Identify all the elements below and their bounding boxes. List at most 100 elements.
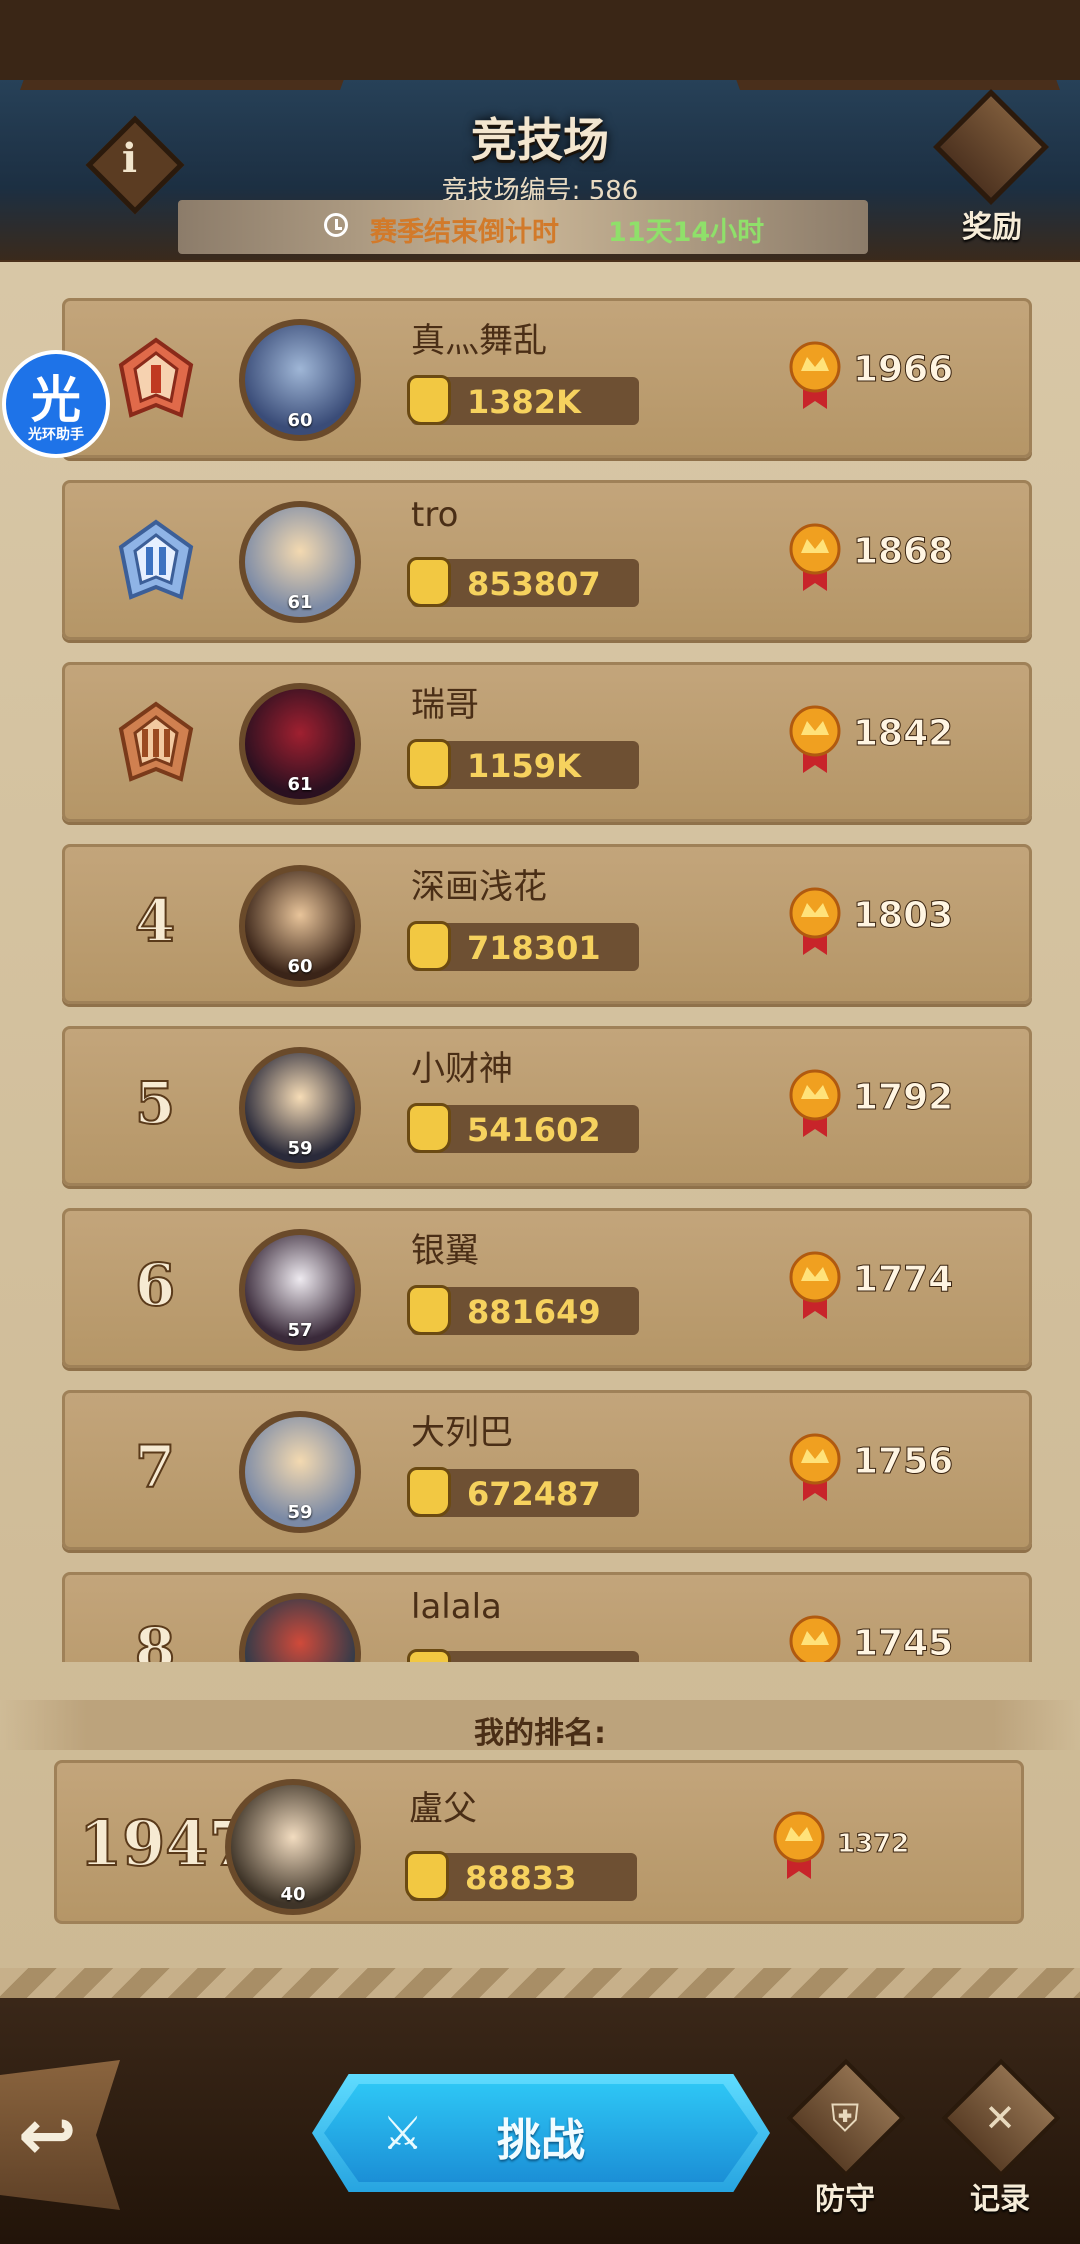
fist-power-icon: [407, 739, 451, 789]
player-level: 57: [287, 1320, 313, 1341]
arena-score: 1966: [852, 349, 954, 391]
rank-number: 7: [134, 1432, 176, 1502]
power-box: 853807: [407, 557, 639, 607]
records-label: 记录: [970, 2182, 1030, 2217]
power-box: 1382K: [407, 375, 639, 425]
reward-label: 奖励: [962, 210, 1022, 245]
rank-number: 8: [134, 1614, 176, 1662]
records-button[interactable]: ✕ 记录: [935, 2058, 1065, 2220]
player-name: 大列巴: [411, 1413, 513, 1453]
arena-medal-icon: [789, 341, 841, 409]
player-name: 银翼: [411, 1231, 479, 1271]
rank-2-badge-icon: [118, 519, 194, 600]
top-status-strip: [0, 0, 1080, 80]
arena-score: 1842: [852, 713, 954, 755]
power-box: 1159K: [407, 739, 639, 789]
fist-power-icon: [405, 1851, 449, 1901]
my-player-name: 盧父: [409, 1789, 477, 1829]
fist-power-icon: [407, 1103, 451, 1153]
player-avatar[interactable]: [239, 1593, 361, 1662]
rank-number: 4: [134, 886, 176, 956]
player-name: 小财神: [411, 1049, 513, 1089]
season-countdown-label: 赛季结束倒计时: [370, 217, 559, 248]
rank-number: 6: [134, 1250, 176, 1320]
my-arena-score: 1372: [836, 1829, 910, 1860]
rank-1-badge-icon: [118, 337, 194, 418]
arena-medal-icon: [789, 887, 841, 955]
rank-3-badge-icon: [118, 701, 194, 782]
player-avatar[interactable]: 59: [239, 1411, 361, 1533]
power-box: 718301: [407, 921, 639, 971]
arena-score: 1868: [852, 531, 954, 573]
power-value: 672487: [467, 1475, 601, 1513]
power-value: 718301: [467, 929, 601, 967]
player-level: 61: [287, 592, 313, 613]
arena-medal-icon: [789, 1069, 841, 1137]
power-box: 541602: [407, 1103, 639, 1153]
my-power-box: 88833: [405, 1851, 637, 1901]
power-box: 672487: [407, 1467, 639, 1517]
arena-score: 1792: [852, 1077, 954, 1119]
my-rank-label: 我的排名:: [474, 1716, 606, 1751]
power-value: 541602: [467, 1111, 601, 1149]
arena-medal-icon: [789, 1251, 841, 1319]
clock-icon: [324, 213, 348, 237]
scroll-icon: ✕: [984, 2096, 1016, 2140]
leaderboard-row[interactable]: 7 59 大列巴 672487 1756: [62, 1390, 1032, 1550]
power-value: 881649: [467, 1293, 601, 1331]
player-level: 61: [287, 774, 313, 795]
reward-button[interactable]: 奖励: [932, 89, 1052, 245]
arena-score: 1803: [852, 895, 954, 937]
arena-medal-icon: [773, 1811, 825, 1879]
player-level: 59: [287, 1502, 313, 1523]
my-rank-number: 1947: [78, 1806, 253, 1881]
challenge-button[interactable]: ⚔ 挑战: [312, 2074, 770, 2192]
power-value: 1382K: [467, 383, 581, 421]
my-rank-row[interactable]: 1947 40 盧父 88833 1372: [54, 1760, 1024, 1924]
bottom-divider: [0, 1968, 1080, 1998]
fist-power-icon: [407, 557, 451, 607]
player-avatar[interactable]: 61: [239, 501, 361, 623]
leaderboard-row[interactable]: 61 tro 853807 1868: [62, 480, 1032, 640]
player-level: 59: [287, 1138, 313, 1159]
leaderboard-row[interactable]: 8 lalala 1745: [62, 1572, 1032, 1662]
my-level: 40: [280, 1884, 306, 1905]
my-avatar[interactable]: 40: [225, 1779, 361, 1915]
player-avatar[interactable]: 57: [239, 1229, 361, 1351]
player-name: tro: [411, 495, 459, 535]
leaderboard-row[interactable]: 60 真灬舞乱 1382K 1966: [62, 298, 1032, 458]
player-avatar[interactable]: 59: [239, 1047, 361, 1169]
player-name: 深画浅花: [411, 867, 547, 907]
halo-assistant-logo[interactable]: 光 光环助手: [2, 350, 110, 458]
player-level: 60: [287, 410, 313, 431]
leaderboard-row[interactable]: 4 60 深画浅花 718301 1803: [62, 844, 1032, 1004]
fist-power-icon: [407, 1467, 451, 1517]
season-countdown-bar: 赛季结束倒计时 11天14小时: [178, 200, 868, 254]
leaderboard-row[interactable]: 61 瑞哥 1159K 1842: [62, 662, 1032, 822]
arena-score: 1756: [852, 1441, 954, 1483]
defense-label: 防守: [815, 2182, 875, 2217]
reward-chest-icon: [933, 89, 1049, 205]
defense-button[interactable]: ⛨ 防守: [780, 2058, 910, 2220]
power-box: [407, 1649, 639, 1662]
my-rank-header: 我的排名:: [0, 1700, 1080, 1751]
back-arrow-icon: ↩: [18, 2094, 77, 2176]
player-name: 瑞哥: [411, 685, 479, 725]
player-level: 60: [287, 956, 313, 977]
arena-medal-icon: [789, 1433, 841, 1501]
leaderboard-row[interactable]: 5 59 小财神 541602 1792: [62, 1026, 1032, 1186]
player-name: lalala: [411, 1587, 502, 1627]
player-avatar[interactable]: 60: [239, 319, 361, 441]
player-avatar[interactable]: 60: [239, 865, 361, 987]
rank-number: 5: [134, 1068, 176, 1138]
power-value: 853807: [467, 565, 601, 603]
leaderboard-list[interactable]: 60 真灬舞乱 1382K 1966 61 tro 853807 1868 61…: [62, 298, 1034, 1662]
arena-score: 1745: [852, 1623, 954, 1663]
player-avatar[interactable]: 61: [239, 683, 361, 805]
fist-power-icon: [407, 375, 451, 425]
player-name: 真灬舞乱: [411, 321, 547, 361]
fist-power-icon: [407, 921, 451, 971]
leaderboard-row[interactable]: 6 57 银翼 881649 1774: [62, 1208, 1032, 1368]
season-countdown-value: 11天14小时: [608, 217, 765, 248]
arena-medal-icon: [789, 1615, 841, 1662]
